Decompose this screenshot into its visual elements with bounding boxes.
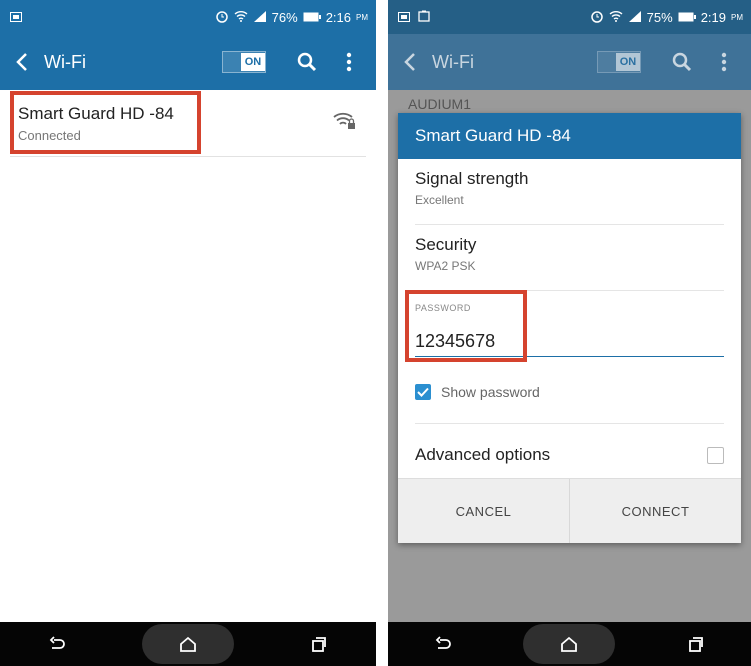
home-button[interactable]: [141, 624, 234, 664]
recents-icon: [311, 637, 326, 652]
more-vert-icon: [346, 52, 352, 72]
clock-ampm: PM: [731, 12, 743, 22]
overflow-menu-button[interactable]: [705, 42, 743, 82]
signal-row: Signal strength Excellent: [415, 159, 724, 225]
password-label: PASSWORD: [415, 303, 471, 313]
cancel-button[interactable]: CANCEL: [398, 479, 569, 543]
home-button[interactable]: [523, 624, 616, 664]
page-title: Wi-Fi: [432, 51, 474, 72]
password-row: PASSWORD 12345678: [415, 291, 724, 361]
overflow-menu-button[interactable]: [330, 42, 368, 82]
battery-icon: [303, 10, 321, 25]
back-button[interactable]: [0, 34, 44, 90]
app-bar: Wi-Fi ON: [388, 34, 751, 90]
background-item: AUDIUM1: [408, 96, 472, 112]
show-password-checkbox[interactable]: [415, 384, 431, 400]
clock: 2:19: [700, 9, 726, 25]
password-input[interactable]: 12345678: [415, 331, 724, 357]
wifi-dialog: Smart Guard HD -84 Signal strength Excel…: [398, 113, 741, 543]
alarm-icon: [215, 9, 229, 26]
wifi-toggle[interactable]: ON: [597, 51, 641, 73]
screenshot-icon: [418, 10, 430, 25]
advanced-options-label: Advanced options: [415, 445, 551, 464]
search-icon: [672, 52, 692, 72]
nav-bar: [0, 622, 376, 666]
nav-bar: [388, 622, 751, 666]
back-button[interactable]: [388, 34, 432, 90]
alarm-icon: [590, 9, 604, 26]
page-title: Wi-Fi: [44, 51, 86, 72]
dialog-title: Smart Guard HD -84: [398, 113, 741, 159]
left-screen: 76% 2:16 PM Wi-Fi ON Smart Guard HD -84 …: [0, 0, 376, 666]
battery-icon: [678, 10, 696, 25]
recents-button[interactable]: [666, 624, 726, 664]
recents-icon: [688, 637, 703, 652]
security-row: Security WPA2 PSK: [415, 225, 724, 291]
signal-label: Signal strength: [415, 169, 529, 188]
search-button[interactable]: [663, 42, 701, 82]
signal-icon: [628, 10, 642, 25]
home-icon: [561, 636, 578, 652]
clock-ampm: PM: [356, 12, 368, 22]
notification-icon: [10, 10, 22, 25]
show-password-row[interactable]: Show password: [415, 361, 724, 424]
network-status: Connected: [18, 128, 81, 143]
clock: 2:16: [325, 9, 351, 25]
battery-percent: 75%: [646, 9, 673, 25]
advanced-options-row[interactable]: Advanced options: [415, 424, 724, 486]
check-icon: [417, 387, 429, 397]
security-value: WPA2 PSK: [415, 259, 476, 273]
battery-percent: 76%: [271, 9, 298, 25]
wifi-toggle[interactable]: ON: [222, 51, 266, 73]
app-bar: Wi-Fi ON: [0, 34, 376, 90]
network-item[interactable]: Smart Guard HD -84 Connected: [10, 94, 366, 157]
search-button[interactable]: [288, 42, 326, 82]
back-arrow-icon: [16, 53, 27, 71]
wifi-lock-icon: [332, 110, 356, 135]
notification-icon: [398, 10, 410, 25]
toggle-label: ON: [241, 53, 265, 71]
back-nav-icon: [435, 636, 452, 649]
status-bar: 76% 2:16 PM: [0, 0, 376, 34]
signal-value: Excellent: [415, 193, 464, 207]
back-nav-icon: [50, 636, 66, 649]
wifi-status-icon: [234, 10, 248, 25]
back-nav-button[interactable]: [27, 624, 87, 664]
status-bar: 75% 2:19 PM: [388, 0, 751, 34]
toggle-label: ON: [616, 53, 640, 71]
more-vert-icon: [721, 52, 727, 72]
advanced-options-checkbox[interactable]: [707, 446, 724, 464]
signal-icon: [253, 10, 267, 25]
recents-button[interactable]: [289, 624, 349, 664]
dialog-buttons: CANCEL CONNECT: [398, 478, 741, 543]
network-name: Smart Guard HD -84: [18, 104, 174, 123]
connect-button[interactable]: CONNECT: [569, 479, 741, 543]
right-screen: AUDIUM1 75% 2:19 PM Wi-Fi ON Smart Guard…: [388, 0, 751, 666]
search-icon: [297, 52, 317, 72]
back-arrow-icon: [404, 53, 415, 71]
wifi-status-icon: [609, 10, 623, 25]
home-icon: [180, 636, 196, 652]
back-nav-button[interactable]: [413, 624, 473, 664]
show-password-label: Show password: [441, 384, 540, 400]
security-label: Security: [415, 235, 477, 254]
